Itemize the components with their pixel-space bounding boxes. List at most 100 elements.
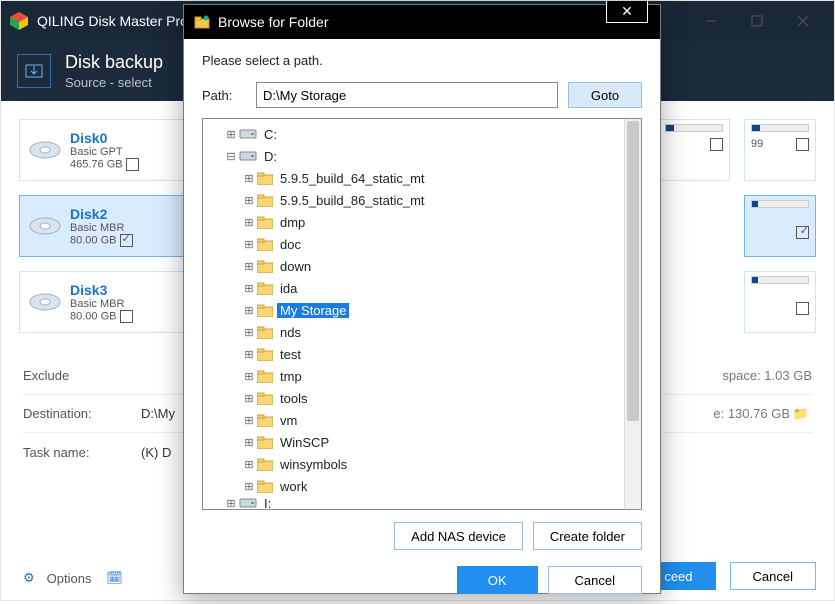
expand-icon[interactable]: ⊞ <box>225 128 237 141</box>
free-space: e: 130.76 GB <box>713 406 790 421</box>
folder-icon <box>257 282 273 295</box>
schedule-icon[interactable]: 🗓 <box>103 570 125 586</box>
expand-icon[interactable]: ⊞ <box>243 480 255 493</box>
folder-icon <box>257 238 273 251</box>
expand-icon[interactable]: ⊞ <box>243 238 255 251</box>
expand-icon[interactable]: ⊞ <box>243 260 255 273</box>
tree-node-label: winsymbols <box>277 457 350 472</box>
tree-node[interactable]: ⊞ tmp <box>243 365 637 387</box>
tree-node[interactable]: ⊞ WinSCP <box>243 431 637 453</box>
expand-icon[interactable]: ⊞ <box>225 497 237 509</box>
goto-button[interactable]: Goto <box>568 82 642 108</box>
path-input[interactable] <box>256 82 558 108</box>
browse-folder-icon[interactable]: 📁 <box>790 406 812 422</box>
partition-tail[interactable] <box>744 195 816 257</box>
tail-checkbox[interactable] <box>796 302 809 315</box>
tree-node-label: doc <box>277 237 304 252</box>
dialog-close-button[interactable]: ✕ <box>606 1 648 23</box>
tree-node-label: WinSCP <box>277 435 332 450</box>
partition-tail[interactable]: 99 <box>744 119 816 181</box>
browse-folder-dialog: ✕ Browse for Folder Please select a path… <box>183 4 661 594</box>
expand-icon[interactable]: ⊞ <box>243 348 255 361</box>
expand-icon[interactable]: ⊞ <box>243 172 255 185</box>
expand-icon[interactable]: ⊞ <box>243 436 255 449</box>
folder-icon <box>257 216 273 229</box>
disk-checkbox[interactable] <box>120 310 133 323</box>
tree-node[interactable]: ⊞ nds <box>243 321 637 343</box>
maximize-button[interactable] <box>734 1 780 41</box>
tree-node[interactable]: ⊞ dmp <box>243 211 637 233</box>
create-folder-button[interactable]: Create folder <box>533 522 642 550</box>
tail-checkbox[interactable] <box>710 138 723 151</box>
tree-node[interactable]: ⊞test <box>243 343 637 365</box>
tail-checkbox[interactable] <box>796 226 809 239</box>
tree-node[interactable]: ⊟D: <box>225 145 637 167</box>
folder-icon <box>257 194 273 207</box>
task-subtitle: Source - select <box>65 75 163 90</box>
disk-backup-icon <box>17 54 51 88</box>
expand-icon[interactable]: ⊞ <box>243 370 255 383</box>
folder-icon <box>257 348 273 361</box>
expand-icon[interactable]: ⊞ <box>243 326 255 339</box>
tail-checkbox[interactable] <box>796 138 809 151</box>
required-space: space: 1.03 GB <box>722 368 812 383</box>
tree-node[interactable]: ⊞ down <box>243 255 637 277</box>
tree-node[interactable]: ⊞ My Storage <box>243 299 637 321</box>
tree-node[interactable]: ⊞ ida <box>243 277 637 299</box>
expand-icon[interactable]: ⊞ <box>243 194 255 207</box>
expand-icon[interactable]: ⊞ <box>243 216 255 229</box>
tree-node-label: dmp <box>277 215 308 230</box>
tree-node-label: work <box>277 479 310 494</box>
dialog-cancel-button[interactable]: Cancel <box>548 566 642 594</box>
disk-icon <box>28 290 62 314</box>
folder-browse-icon <box>194 14 210 30</box>
tree-node[interactable]: ⊞5.9.5_build_64_static_mt <box>243 167 637 189</box>
folder-icon <box>257 392 273 405</box>
expand-icon[interactable]: ⊞ <box>243 304 255 317</box>
tree-node[interactable]: ⊞ work <box>243 475 637 497</box>
tree-node-label: tmp <box>277 369 305 384</box>
tree-node-label: 5.9.5_build_86_static_mt <box>277 193 428 208</box>
expand-icon[interactable]: ⊞ <box>243 392 255 405</box>
tree-node[interactable]: ⊞ vm <box>243 409 637 431</box>
disk-checkbox[interactable] <box>120 234 133 247</box>
partition-tail[interactable] <box>658 119 730 181</box>
tree-node[interactable]: ⊞ 5.9.5_build_86_static_mt <box>243 189 637 211</box>
options-link[interactable]: Options <box>47 571 92 586</box>
destination-value: D:\My <box>141 406 175 421</box>
tree-scrollbar[interactable] <box>624 119 641 509</box>
tree-node-label: nds <box>277 325 304 340</box>
tree-node[interactable]: ⊞ tools <box>243 387 637 409</box>
tree-node[interactable]: ⊞C: <box>225 123 637 145</box>
minimize-button[interactable] <box>688 1 734 41</box>
tree-node[interactable]: ⊞ doc <box>243 233 637 255</box>
drive-icon <box>239 127 257 141</box>
disk-checkbox[interactable] <box>126 158 139 171</box>
folder-icon <box>257 260 273 273</box>
partition-tail[interactable] <box>744 271 816 333</box>
add-nas-button[interactable]: Add NAS device <box>394 522 523 550</box>
cancel-button[interactable]: Cancel <box>730 562 816 590</box>
tree-node-label: down <box>277 259 314 274</box>
folder-icon <box>257 458 273 471</box>
tree-node-label: tools <box>277 391 310 406</box>
disk-size: 80.00 GB <box>70 234 116 246</box>
disk-icon <box>28 214 62 238</box>
tree-node-label: vm <box>277 413 300 428</box>
expand-icon[interactable]: ⊞ <box>243 414 255 427</box>
tail-label: 99 <box>751 138 763 150</box>
expand-icon[interactable]: ⊞ <box>243 282 255 295</box>
ok-button[interactable]: OK <box>457 566 538 594</box>
folder-icon <box>257 414 273 427</box>
tree-node-label: My Storage <box>277 303 349 318</box>
task-title: Disk backup <box>65 52 163 73</box>
expand-icon[interactable]: ⊞ <box>243 458 255 471</box>
tree-node-label: ida <box>277 281 300 296</box>
disk-size: 80.00 GB <box>70 310 116 322</box>
tree-node[interactable]: ⊞ winsymbols <box>243 453 637 475</box>
expand-icon[interactable]: ⊟ <box>225 150 237 163</box>
drive-icon <box>239 149 257 163</box>
folder-icon <box>257 304 273 317</box>
tree-node[interactable]: ⊞I: <box>225 497 637 509</box>
close-button[interactable] <box>780 1 826 41</box>
